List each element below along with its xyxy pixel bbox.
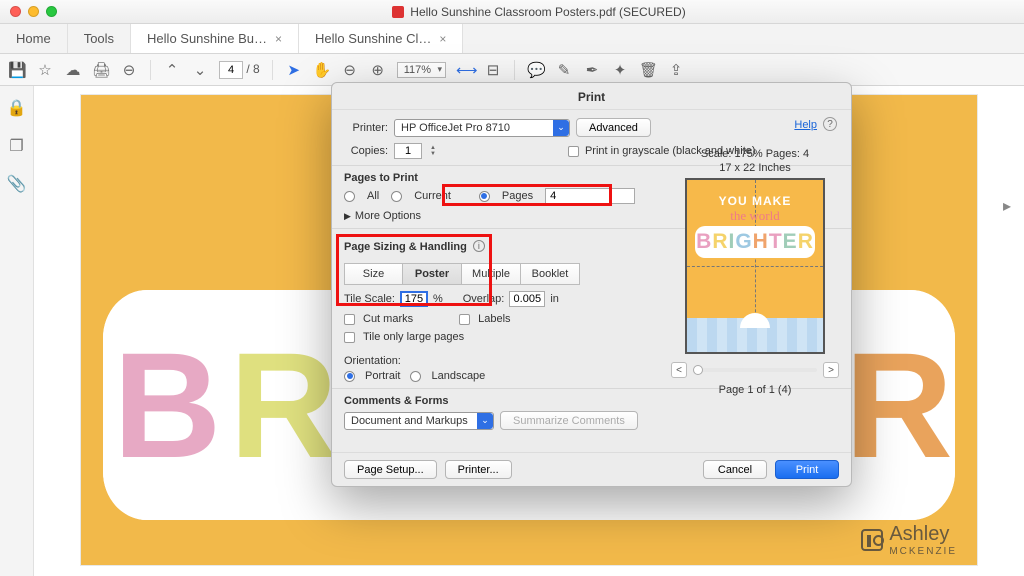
page-number-input[interactable]: [219, 61, 243, 79]
info-icon[interactable]: i: [473, 240, 485, 252]
pages-panel-icon[interactable]: ❐: [9, 136, 23, 156]
seg-booklet[interactable]: Booklet: [521, 263, 580, 285]
overlap-input[interactable]: [509, 291, 545, 307]
select-tool-icon[interactable]: ➤: [285, 61, 303, 79]
tile-scale-input[interactable]: [400, 291, 428, 307]
trash-icon[interactable]: 🗑: [639, 61, 657, 79]
read-mode-icon[interactable]: ⊟: [484, 61, 502, 79]
cancel-button[interactable]: Cancel: [703, 460, 767, 479]
lock-icon[interactable]: 🔒: [7, 98, 27, 118]
page-up-icon[interactable]: ⌃: [163, 61, 181, 79]
comments-select[interactable]: Document and Markups ⌄: [344, 412, 494, 430]
print-preview: Scale: 175% Pages: 4 17 x 22 Inches YOU …: [671, 148, 839, 396]
tab-file-2[interactable]: Hello Sunshine Cl…×: [299, 24, 463, 53]
radio-current[interactable]: [391, 191, 402, 202]
seg-poster[interactable]: Poster: [403, 263, 462, 285]
hand-tool-icon[interactable]: ✋: [313, 61, 331, 79]
seg-size[interactable]: Size: [344, 263, 403, 285]
more-options-toggle[interactable]: More Options: [355, 210, 421, 222]
page-indicator: / 8: [219, 61, 260, 79]
page-setup-button[interactable]: Page Setup...: [344, 460, 437, 479]
cut-marks-checkbox[interactable]: [344, 314, 355, 325]
page-total: 8: [253, 62, 260, 76]
highlight-icon[interactable]: ✎: [555, 61, 573, 79]
zoom-out-page-icon[interactable]: ⊖: [341, 61, 359, 79]
print-icon[interactable]: 🖨: [92, 61, 110, 79]
close-icon[interactable]: ×: [439, 32, 446, 46]
copies-label: Copies:: [344, 145, 388, 157]
watermark-logo-icon: [861, 529, 883, 551]
preview-scale-label: Scale: 175% Pages: 4: [671, 148, 839, 160]
tab-home[interactable]: Home: [0, 24, 68, 53]
seg-multiple[interactable]: Multiple: [462, 263, 521, 285]
printer-label: Printer:: [344, 122, 388, 134]
pages-range-input[interactable]: [545, 188, 635, 204]
print-dialog: Print Help ? Printer: HP OfficeJet Pro 8…: [331, 82, 852, 487]
window-title: Hello Sunshine Classroom Posters.pdf (SE…: [410, 5, 685, 19]
poster-letter: R: [845, 330, 945, 480]
close-window-icon[interactable]: [10, 6, 21, 17]
preview-prev-button[interactable]: <: [671, 362, 687, 378]
cloud-upload-icon[interactable]: ☁: [64, 61, 82, 79]
watermark: Ashley MCKENZIE: [861, 523, 957, 557]
sizing-title: Page Sizing & Handling: [344, 241, 467, 253]
close-icon[interactable]: ×: [275, 32, 282, 46]
preview-word: BRIGHTER: [695, 226, 815, 258]
star-icon[interactable]: ☆: [36, 61, 54, 79]
poster-letter: B: [113, 330, 213, 480]
radio-pages[interactable]: [479, 191, 490, 202]
tab-file-1[interactable]: Hello Sunshine Bu…×: [131, 24, 299, 53]
scroll-indicator-icon[interactable]: ▸: [990, 186, 1024, 226]
document-tabs: Home Tools Hello Sunshine Bu…× Hello Sun…: [0, 24, 1024, 54]
window-titlebar: Hello Sunshine Classroom Posters.pdf (SE…: [0, 0, 1024, 24]
preview-page-label: Page 1 of 1 (4): [671, 384, 839, 396]
zoom-in-page-icon[interactable]: ⊕: [369, 61, 387, 79]
printer-select[interactable]: HP OfficeJet Pro 8710 ⌄: [394, 119, 570, 137]
tile-large-checkbox[interactable]: [344, 332, 355, 343]
minimize-window-icon[interactable]: [28, 6, 39, 17]
pdf-file-icon: [392, 6, 404, 18]
preview-next-button[interactable]: >: [823, 362, 839, 378]
preview-slider[interactable]: [693, 368, 817, 372]
chevron-down-icon: ⌄: [553, 120, 569, 136]
overlap-label: Overlap:: [463, 293, 505, 305]
radio-all[interactable]: [344, 191, 355, 202]
share-icon[interactable]: ⇪: [667, 61, 685, 79]
zoom-out-icon[interactable]: ⊖: [120, 61, 138, 79]
dialog-footer: Page Setup... Printer... Cancel Print: [332, 452, 851, 486]
left-rail: 🔒 ❐ 📎: [0, 86, 34, 576]
stamp-icon[interactable]: ✦: [611, 61, 629, 79]
dialog-title: Print: [332, 83, 851, 110]
chevron-down-icon: ⌄: [477, 413, 493, 429]
fit-width-icon[interactable]: ⟷: [456, 61, 474, 79]
grayscale-checkbox[interactable]: [568, 146, 579, 157]
comment-icon[interactable]: 💬: [527, 61, 545, 79]
summarize-comments-button: Summarize Comments: [500, 411, 638, 430]
tab-tools[interactable]: Tools: [68, 24, 131, 53]
disclosure-icon[interactable]: ▶: [344, 211, 351, 222]
save-icon[interactable]: 💾: [8, 61, 26, 79]
preview-dimensions-label: 17 x 22 Inches: [671, 162, 839, 174]
preview-thumbnail: YOU MAKE the world BRIGHTER: [685, 178, 825, 354]
printer-settings-button[interactable]: Printer...: [445, 460, 512, 479]
tile-scale-label: Tile Scale:: [344, 293, 395, 305]
copies-input[interactable]: [394, 143, 422, 159]
labels-checkbox[interactable]: [459, 314, 470, 325]
copies-stepper[interactable]: ▲▼: [430, 145, 436, 157]
comments-title: Comments & Forms: [344, 395, 839, 407]
zoom-window-icon[interactable]: [46, 6, 57, 17]
sign-icon[interactable]: ✒: [583, 61, 601, 79]
advanced-button[interactable]: Advanced: [576, 118, 651, 137]
attachments-icon[interactable]: 📎: [7, 174, 27, 194]
radio-portrait[interactable]: [344, 371, 355, 382]
radio-landscape[interactable]: [410, 371, 421, 382]
page-down-icon[interactable]: ⌄: [191, 61, 209, 79]
print-button[interactable]: Print: [775, 460, 839, 479]
zoom-select[interactable]: 117%: [397, 62, 446, 78]
poster-letter: R: [229, 330, 329, 480]
